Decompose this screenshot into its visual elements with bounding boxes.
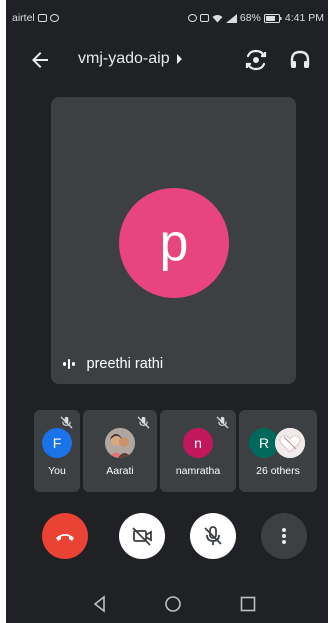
participant-initial: F — [52, 435, 62, 451]
signal-icon — [225, 13, 237, 23]
vibrate-icon — [199, 14, 209, 22]
headset-status-icon — [187, 14, 197, 22]
camera-off-button[interactable] — [119, 513, 165, 559]
end-call-button[interactable] — [42, 513, 88, 559]
speaker-label-row: preethi rathi — [63, 356, 163, 372]
nav-home-icon[interactable] — [164, 595, 182, 613]
participant-name: You — [48, 465, 66, 477]
battery-icon — [263, 13, 282, 23]
participant-tile-namratha[interactable]: n namratha — [160, 410, 236, 492]
speaker-avatar-letter: p — [159, 214, 189, 272]
participant-avatar: n — [183, 428, 213, 458]
status-bar: airtel 68% 4:41 PM — [6, 0, 328, 26]
heart-photo-icon — [275, 428, 305, 458]
mic-off-icon — [216, 416, 229, 429]
status-right: 68% 4:41 PM — [187, 12, 324, 24]
android-nav-bar — [6, 585, 328, 623]
more-vert-icon — [282, 528, 286, 544]
app-bar: vmj-yado-aip — [6, 38, 328, 82]
participant-initial: R — [258, 435, 270, 451]
more-options-button[interactable] — [261, 513, 307, 559]
battery-percent: 68% — [239, 12, 261, 24]
nav-back-icon[interactable] — [91, 595, 109, 613]
audio-level-icon — [63, 359, 75, 369]
participant-name: namratha — [175, 465, 221, 477]
participant-name: 26 others — [256, 465, 300, 477]
whatsapp-icon — [49, 14, 59, 22]
participant-photo-avatar — [105, 428, 135, 458]
mic-off-icon — [204, 526, 222, 545]
participant-avatar: F — [42, 428, 72, 458]
profile-photo-icon — [105, 428, 135, 458]
speaker-avatar: p — [119, 188, 229, 298]
participant-strip: F You Aarati n namratha R 26 others — [34, 410, 317, 492]
main-video-tile[interactable]: p preethi rathi — [51, 97, 296, 384]
clock: 4:41 PM — [284, 12, 324, 24]
participant-tile-aarati[interactable]: Aarati — [83, 410, 157, 492]
mic-off-button[interactable] — [190, 513, 236, 559]
participant-initial: n — [194, 435, 202, 451]
camera-switch-icon[interactable] — [244, 48, 268, 72]
meet-call-screen: airtel 68% 4:41 PM vmj-yado-aip p preeth… — [6, 0, 328, 623]
mic-off-icon — [60, 416, 73, 429]
arrow-left-icon[interactable] — [28, 48, 52, 72]
participant-tile-others[interactable]: R 26 others — [239, 410, 317, 492]
end-call-icon — [56, 534, 74, 541]
camera-off-icon — [132, 527, 152, 546]
speaker-name: preethi rathi — [86, 356, 164, 372]
status-left: airtel — [12, 12, 59, 24]
carrier-label: airtel — [12, 12, 35, 24]
headphones-icon[interactable] — [288, 48, 312, 72]
wifi-icon — [212, 14, 223, 22]
participant-photo-avatar — [275, 428, 305, 458]
caret-right-icon — [176, 54, 182, 64]
call-controls — [6, 510, 328, 560]
participant-tile-you[interactable]: F You — [34, 410, 80, 492]
mic-off-icon — [137, 416, 150, 429]
screencast-icon — [37, 14, 47, 22]
meeting-code: vmj-yado-aip — [78, 50, 170, 67]
nav-recents-icon[interactable] — [239, 595, 257, 613]
meeting-title-button[interactable]: vmj-yado-aip — [78, 50, 182, 68]
participant-name: Aarati — [106, 465, 134, 477]
